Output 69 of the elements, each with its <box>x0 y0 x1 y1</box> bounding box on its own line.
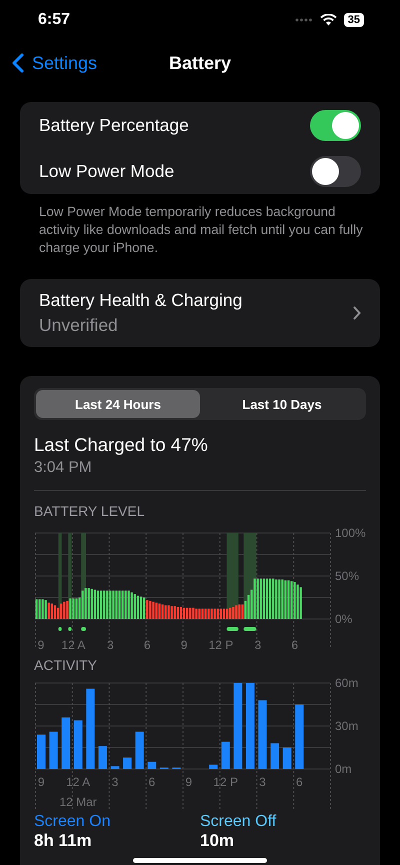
axis-label: 0% <box>335 612 352 626</box>
axis-label: 6 <box>144 638 150 652</box>
activity-bar <box>62 717 70 769</box>
axis-label: 12 P <box>208 638 234 652</box>
charging-marker <box>68 627 72 631</box>
activity-bar <box>135 732 144 769</box>
axis-label: 0m <box>335 762 352 776</box>
axis-label: 6 <box>296 775 303 789</box>
activity-bar <box>282 748 292 769</box>
charging-marker <box>244 627 256 631</box>
charging-marker <box>58 627 62 631</box>
row-value: Unverified <box>39 315 119 336</box>
chart-title: BATTERY LEVEL <box>34 503 146 519</box>
row-title: Battery Health & Charging <box>39 290 242 311</box>
axis-label: 3 <box>259 775 266 789</box>
charged-time: 3:04 PM <box>34 459 93 477</box>
last-charged-text: Last Charged to 47% <box>34 434 209 456</box>
battery-indicator: 35 <box>344 13 364 27</box>
page-title: Battery <box>168 52 232 74</box>
axis-label: 9 <box>185 775 192 789</box>
axis-label: 12 P <box>213 775 238 789</box>
activity-bar <box>148 762 156 769</box>
axis-label: 9 <box>180 638 188 652</box>
activity-bar <box>74 720 82 769</box>
axis-label: 50% <box>335 569 360 583</box>
chevron-left-icon <box>12 53 24 73</box>
chart-title: ACTIVITY <box>34 657 98 673</box>
activity-bar <box>221 742 230 769</box>
axis-label: 12 A <box>61 638 86 652</box>
activity-bar <box>110 766 120 769</box>
axis-label: 30m <box>335 719 358 733</box>
back-button[interactable]: Settings <box>12 52 98 74</box>
activity-bar <box>258 700 267 769</box>
toggle-switch[interactable] <box>310 156 361 186</box>
activity-bar <box>37 734 46 769</box>
axis-label: 3 <box>254 638 262 652</box>
stat-label: Screen Off <box>200 813 278 831</box>
axis-label: 60m <box>335 677 358 690</box>
chevron-right-icon <box>353 306 361 320</box>
stat-label: Screen On <box>34 813 112 831</box>
charging-marker <box>81 627 86 631</box>
charging-marker <box>226 627 238 631</box>
period-tab[interactable]: Last 24 Hours <box>36 390 200 418</box>
activity-bar <box>49 732 58 769</box>
date-label: 12 Mar <box>59 795 97 809</box>
stat-value: 8h 11m <box>34 831 93 851</box>
period-tab[interactable]: Last 10 Days <box>200 390 364 418</box>
activity-bar <box>123 758 132 769</box>
wifi-icon <box>320 14 337 26</box>
signal-icon <box>294 18 313 22</box>
axis-label: 6 <box>148 775 156 789</box>
axis-label: 9 <box>38 775 45 789</box>
setting-label: Battery Percentage <box>39 114 189 136</box>
axis-label: 6 <box>291 638 298 652</box>
activity-bar <box>270 743 280 769</box>
stat-value: 10m <box>200 831 236 851</box>
activity-bar <box>98 746 107 769</box>
battery-health-row[interactable]: Battery Health & Charging Unverified <box>20 279 380 347</box>
status-time: 6:57 <box>38 11 70 29</box>
axis-label: 3 <box>106 638 114 652</box>
axis-label: 3 <box>112 775 118 789</box>
footnote-text: Low Power Mode temporarily reduces background activity like downloads and mail fetch until you can fully charge your iPhone. <box>38 203 364 257</box>
axis-label: 12 A <box>66 775 90 789</box>
axis-label: 9 <box>38 638 44 652</box>
setting-label: Low Power Mode <box>39 160 174 182</box>
activity-bar <box>209 764 218 769</box>
activity-bar <box>295 704 304 769</box>
axis-label: 100% <box>335 526 366 540</box>
toggle-switch[interactable] <box>310 110 361 140</box>
